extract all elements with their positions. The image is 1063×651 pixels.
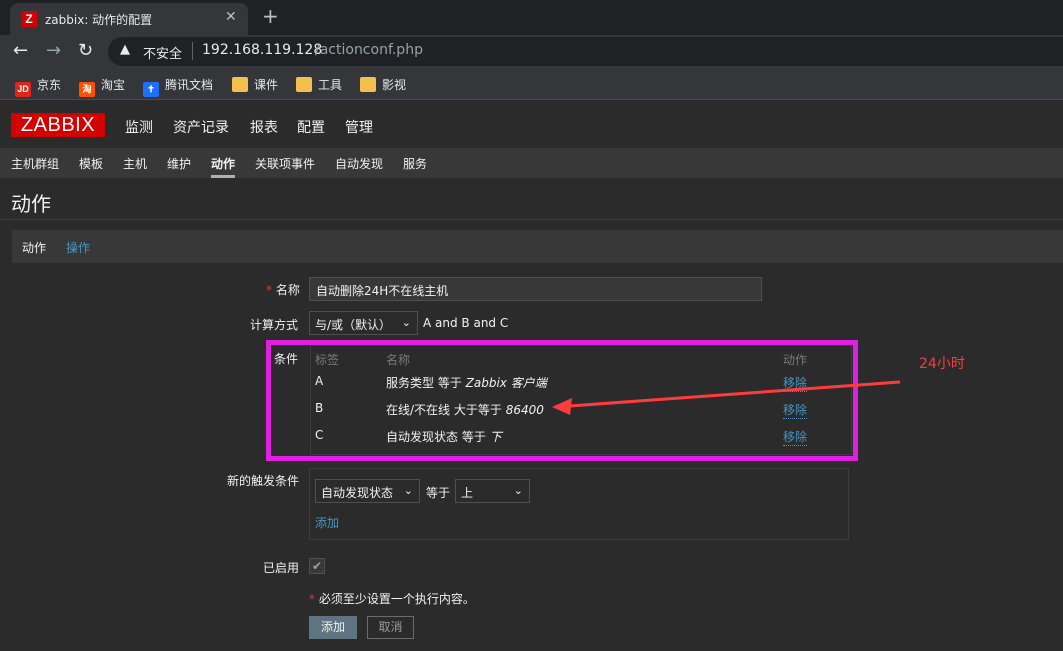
url-divider (192, 42, 193, 60)
new-condition-operator: 等于 (426, 486, 451, 500)
bookmark-folder-tools[interactable]: 工具 (296, 76, 342, 93)
new-condition-type-select[interactable]: 自动发现状态 ⌄ (315, 479, 420, 503)
submenu-templates[interactable]: 模板 (79, 155, 103, 172)
sub-menu: 主机群组 模板 主机 维护 动作 关联项事件 自动发现 服务 (0, 148, 1063, 178)
new-condition-value-select[interactable]: 上 ⌄ (455, 479, 530, 503)
new-condition-type-value: 自动发现状态 (321, 486, 394, 500)
bookmark-label: 课件 (254, 78, 279, 92)
browser-tab[interactable]: Z zabbix: 动作的配置 ✕ (10, 3, 248, 35)
calc-label: 计算方式 (250, 318, 299, 332)
chevron-down-icon: ⌄ (513, 484, 523, 497)
folder-icon (360, 77, 376, 92)
chevron-down-icon: ⌄ (403, 484, 413, 497)
submenu-discovery[interactable]: 自动发现 (335, 155, 383, 172)
main-menu-configuration[interactable]: 配置 (297, 117, 325, 137)
submenu-maintenance[interactable]: 维护 (167, 155, 191, 172)
zabbix-logo[interactable]: ZABBIX (11, 113, 105, 137)
calc-type-value: 与/或（默认） (315, 318, 392, 332)
main-menu-administration[interactable]: 管理 (345, 117, 373, 137)
calc-expression: A and B and C (423, 316, 509, 330)
annotation-text: 24小时 (919, 356, 965, 372)
tab-action[interactable]: 动作 (22, 239, 47, 264)
name-input[interactable]: 自动删除24H不在线主机 (309, 277, 762, 301)
insecure-label[interactable]: 不安全 (143, 43, 182, 62)
form-tabs: 动作 操作 (12, 230, 1063, 264)
new-tab-icon[interactable]: + (262, 4, 279, 28)
submenu-services[interactable]: 服务 (403, 155, 427, 172)
bookmark-label: 淘宝 (101, 78, 126, 92)
main-menu-monitoring[interactable]: 监测 (125, 117, 153, 137)
bookmark-label: 腾讯文档 (165, 78, 214, 92)
calc-type-select[interactable]: 与/或（默认） ⌄ (309, 311, 418, 335)
annotation-highlight-box (266, 340, 858, 461)
bookmark-jd[interactable]: JD 京东 (15, 76, 61, 97)
folder-icon (232, 77, 248, 92)
add-condition-link[interactable]: 添加 (315, 514, 339, 531)
url-path[interactable]: /actionconf.php (315, 42, 423, 58)
url-host[interactable]: 192.168.119.128 (202, 42, 322, 58)
bookmark-tencent-docs[interactable]: ✝ 腾讯文档 (143, 76, 213, 97)
submenu-actions[interactable]: 动作 (211, 155, 236, 178)
cancel-button[interactable]: 取消 (367, 616, 414, 639)
address-bar[interactable]: ▲ 不安全 192.168.119.128 /actionconf.php (108, 37, 1063, 66)
browser-tabstrip: Z zabbix: 动作的配置 ✕ + (0, 0, 1063, 35)
browser-toolbar: ← → ↻ ▲ 不安全 192.168.119.128 /actionconf.… (0, 35, 1063, 68)
new-condition-label: 新的触发条件 (227, 474, 300, 488)
tab-operations[interactable]: 操作 (66, 239, 90, 256)
close-tab-icon[interactable]: ✕ (225, 9, 237, 25)
bookmark-label: 京东 (37, 78, 62, 92)
bookmark-taobao[interactable]: 淘淘宝 (79, 76, 125, 97)
bookmark-label: 工具 (318, 78, 343, 92)
warning-icon[interactable]: ▲ (120, 42, 130, 57)
main-content: 动作 操作 * 名称 自动删除24H不在线主机 计算方式 与/或（默认） ⌄ A … (0, 230, 1063, 651)
chevron-down-icon: ⌄ (401, 316, 411, 329)
submenu-event-correlation[interactable]: 关联项事件 (255, 155, 315, 172)
folder-icon (296, 77, 312, 92)
tencent-docs-icon: ✝ (143, 82, 159, 97)
main-menu-inventory[interactable]: 资产记录 (173, 117, 229, 137)
bookmark-folder-courseware[interactable]: 课件 (232, 76, 278, 93)
page-title: 动作 (11, 192, 51, 216)
tab-title: zabbix: 动作的配置 (45, 13, 153, 27)
bookmark-folder-movies[interactable]: 影视 (360, 76, 406, 93)
jd-icon: JD (15, 82, 31, 97)
enabled-checkbox[interactable]: ✔ (309, 558, 325, 574)
taobao-icon: 淘 (79, 82, 95, 97)
main-menu-reports[interactable]: 报表 (250, 117, 278, 137)
new-condition-value: 上 (461, 486, 474, 500)
bookmark-label: 影视 (382, 78, 407, 92)
forward-arrow-icon[interactable]: → (46, 40, 61, 61)
required-note: * 必须至少设置一个执行内容。 (309, 592, 475, 606)
reload-icon[interactable]: ↻ (78, 40, 93, 61)
title-divider (0, 219, 1063, 220)
bookmarks-bar: JD 京东 淘淘宝 ✝ 腾讯文档 课件 工具 影视 (0, 68, 1063, 100)
submenu-hosts[interactable]: 主机 (123, 155, 147, 172)
zabbix-favicon-icon: Z (21, 11, 37, 27)
enabled-label: 已启用 (263, 561, 300, 575)
back-arrow-icon[interactable]: ← (13, 40, 28, 61)
add-button[interactable]: 添加 (309, 616, 357, 639)
submenu-host-groups[interactable]: 主机群组 (11, 155, 59, 172)
zabbix-header: ZABBIX 监测 资产记录 报表 配置 管理 (0, 100, 1063, 148)
name-label: * 名称 (266, 283, 300, 297)
